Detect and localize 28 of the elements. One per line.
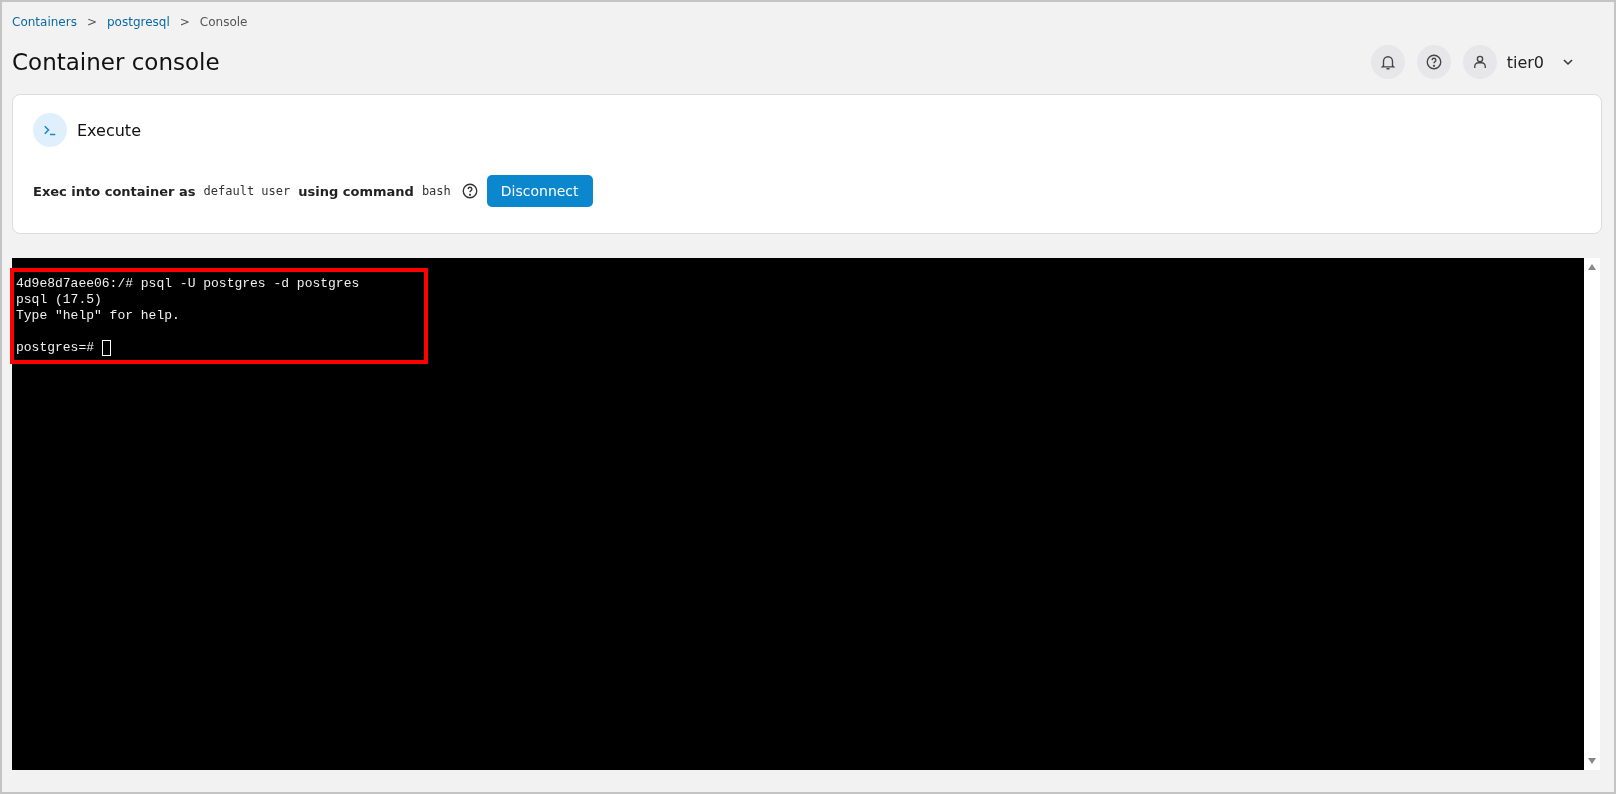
help-icon[interactable] xyxy=(460,182,479,200)
exec-label: using command xyxy=(298,183,414,199)
breadcrumb-link[interactable]: postgresql xyxy=(106,15,170,29)
terminal-prompt: postgres=# xyxy=(16,340,94,356)
exec-value: default user xyxy=(203,184,291,198)
terminal-icon xyxy=(33,113,67,147)
page-title: Container console xyxy=(12,49,220,75)
exec-label: Exec into container as xyxy=(33,183,196,199)
breadcrumb-current: Console xyxy=(199,15,248,29)
disconnect-button[interactable]: Disconnect xyxy=(486,175,593,207)
scroll-up-icon[interactable] xyxy=(1587,263,1597,271)
bell-icon xyxy=(1378,53,1397,71)
breadcrumb-separator: > xyxy=(86,15,97,29)
help-icon xyxy=(1424,53,1443,71)
breadcrumb-link[interactable]: Containers xyxy=(12,15,77,29)
breadcrumb-separator: > xyxy=(179,15,190,29)
scroll-down-icon[interactable] xyxy=(1587,757,1597,765)
terminal-line: Type "help" for help. xyxy=(16,308,180,324)
card-title: Execute xyxy=(77,120,141,140)
help-button[interactable] xyxy=(1416,45,1451,79)
user-menu[interactable]: tier0 xyxy=(1462,45,1574,79)
terminal[interactable]: 4d9e8d7aee06:/# psql -U postgres -d postgres psql (17.5) Type "help" for help. postgres=# xyxy=(12,258,1584,770)
chevron-down-icon xyxy=(1562,56,1574,68)
terminal-line: psql (17.5) xyxy=(16,292,102,308)
terminal-line: 4d9e8d7aee06:/# psql -U postgres -d postgres xyxy=(16,276,360,292)
scrollbar[interactable] xyxy=(1584,258,1600,770)
exec-value: bash xyxy=(421,184,451,198)
notifications-button[interactable] xyxy=(1370,45,1405,79)
